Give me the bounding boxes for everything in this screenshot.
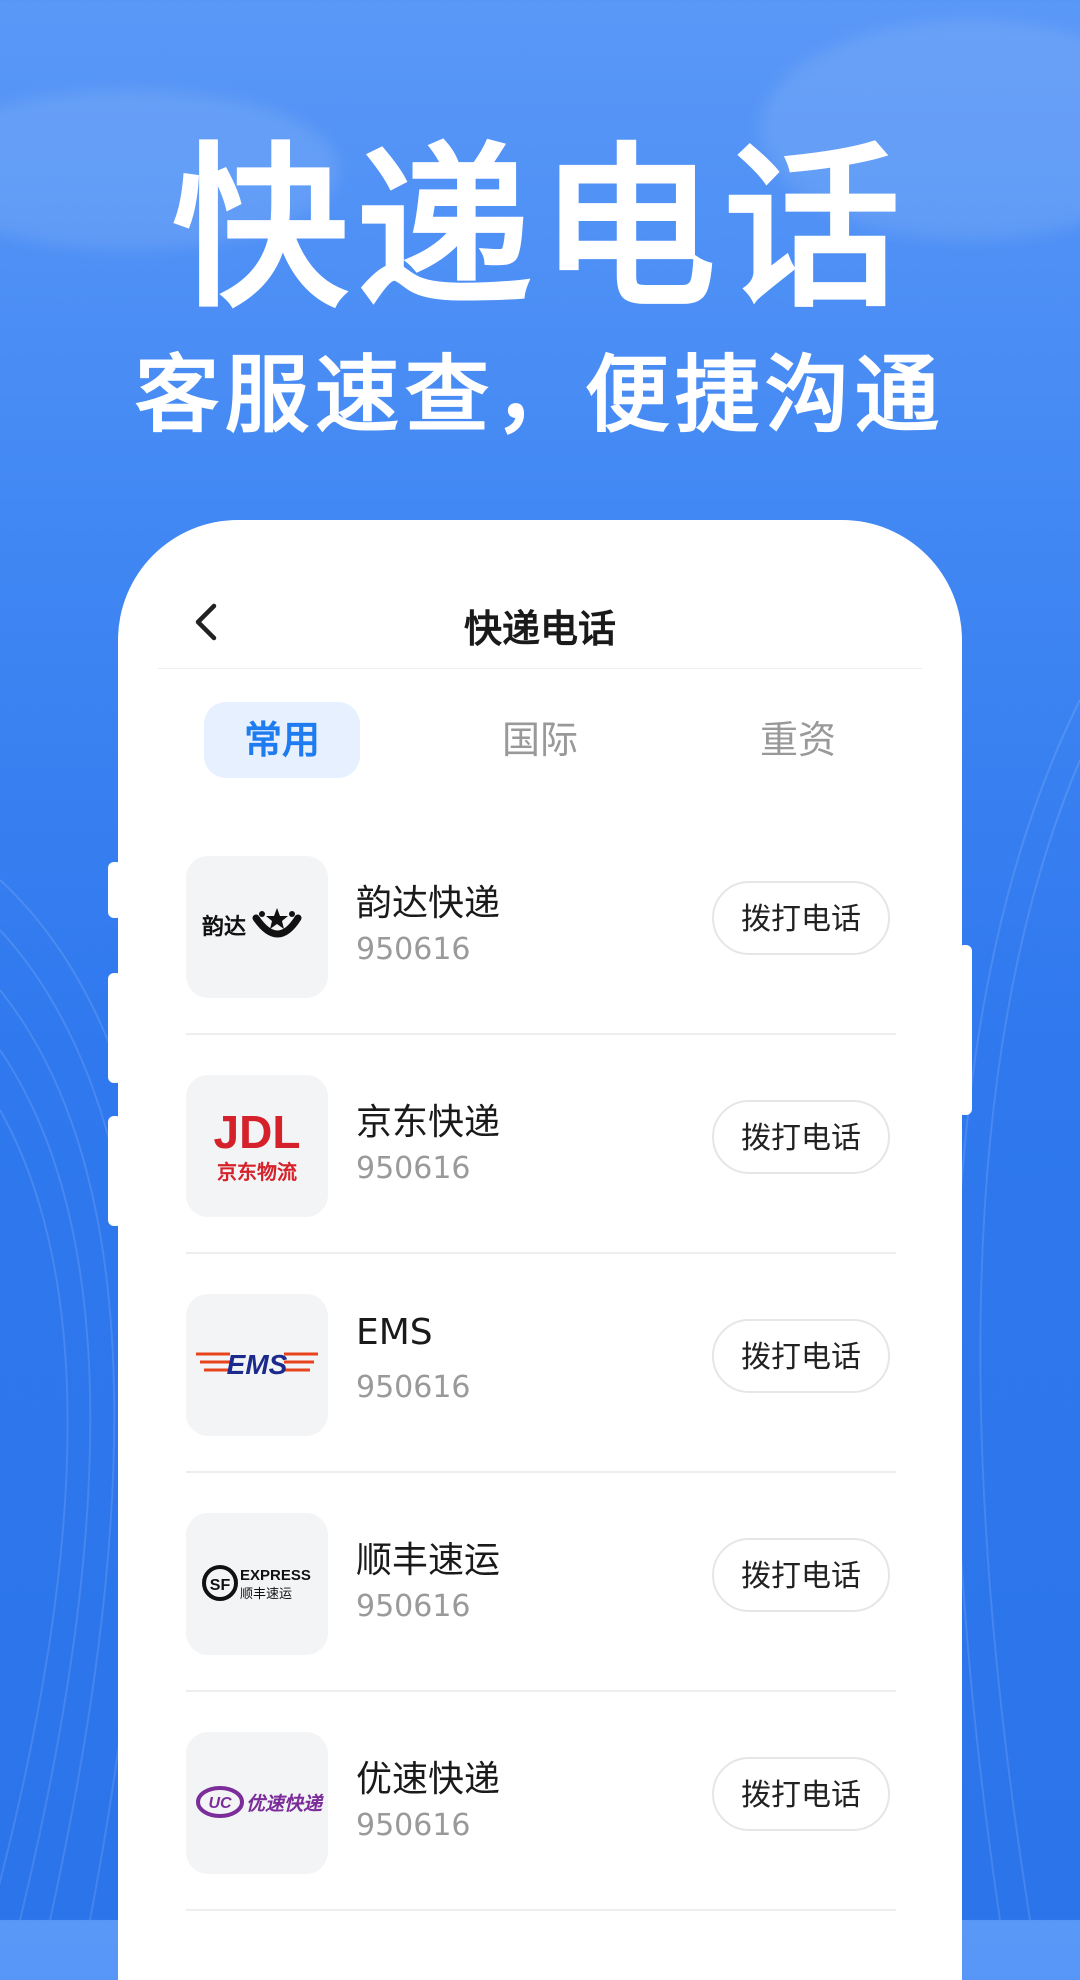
call-button[interactable]: 拨打电话 <box>712 1757 890 1831</box>
courier-name: 优速快递 <box>356 1759 501 1800</box>
list-item: UC 优速快递 优速快递 950616 拨打电话 <box>186 1692 896 1911</box>
courier-phone: 950616 <box>356 1589 471 1624</box>
svg-text:UC: UC <box>208 1795 232 1812</box>
call-button[interactable]: 拨打电话 <box>712 1538 890 1612</box>
tab-heavy-freight[interactable]: 重资 <box>720 702 876 778</box>
call-button[interactable]: 拨打电话 <box>712 1100 890 1174</box>
tab-bar: 常用 国际 重资 <box>204 702 904 778</box>
list-item: 韵达 韵达快递 950616 拨打电话 <box>186 816 896 1035</box>
uc-logo: UC 优速快递 <box>186 1732 328 1874</box>
list-item: JDL 京东物流 京东快递 950616 拨打电话 <box>186 1035 896 1254</box>
divider <box>186 1909 896 1911</box>
call-button[interactable]: 拨打电话 <box>712 1319 890 1393</box>
ems-logo: EMS <box>186 1294 328 1436</box>
svg-text:优速快递: 优速快递 <box>246 1793 324 1815</box>
svg-text:JDL: JDL <box>214 1106 301 1158</box>
yunda-logo: 韵达 <box>186 856 328 998</box>
sf-express-logo: SF EXPRESS 顺丰速运 <box>186 1513 328 1655</box>
courier-phone: 950616 <box>356 1151 471 1186</box>
hero-title: 快递电话 <box>171 127 908 332</box>
courier-phone: 950616 <box>356 932 471 967</box>
courier-phone: 950616 <box>356 1370 471 1405</box>
jdl-logo: JDL 京东物流 <box>186 1075 328 1217</box>
page-title: 快递电话 <box>463 607 616 651</box>
courier-list: 韵达 韵达快递 950616 拨打电话 JDL 京东物流 京东快递 950616 <box>186 816 896 1911</box>
svg-text:EMS: EMS <box>227 1349 288 1380</box>
courier-name: 韵达快递 <box>356 883 501 924</box>
call-button[interactable]: 拨打电话 <box>712 881 890 955</box>
yunda-logo-text: 韵达 <box>202 914 246 939</box>
svg-text:SF: SF <box>210 1577 231 1594</box>
phone-mockup: 快递电话 常用 国际 重资 韵达 韵达快递 950616 拨打电话 JDL 京东… <box>118 520 962 1980</box>
courier-name: 顺丰速运 <box>356 1540 501 1581</box>
svg-text:EXPRESS: EXPRESS <box>240 1567 311 1584</box>
list-item: SF EXPRESS 顺丰速运 顺丰速运 950616 拨打电话 <box>186 1473 896 1692</box>
courier-name: EMS <box>356 1312 433 1353</box>
tab-common[interactable]: 常用 <box>204 702 360 778</box>
courier-phone: 950616 <box>356 1808 471 1843</box>
hero-subtitle: 客服速查，便捷沟通 <box>134 346 945 444</box>
tab-international[interactable]: 国际 <box>462 702 618 778</box>
list-item: EMS EMS 950616 拨打电话 <box>186 1254 896 1473</box>
nav-bar: 快递电话 <box>158 576 922 669</box>
svg-text:京东物流: 京东物流 <box>217 1160 297 1184</box>
courier-name: 京东快递 <box>356 1102 501 1143</box>
svg-text:顺丰速运: 顺丰速运 <box>240 1587 292 1602</box>
